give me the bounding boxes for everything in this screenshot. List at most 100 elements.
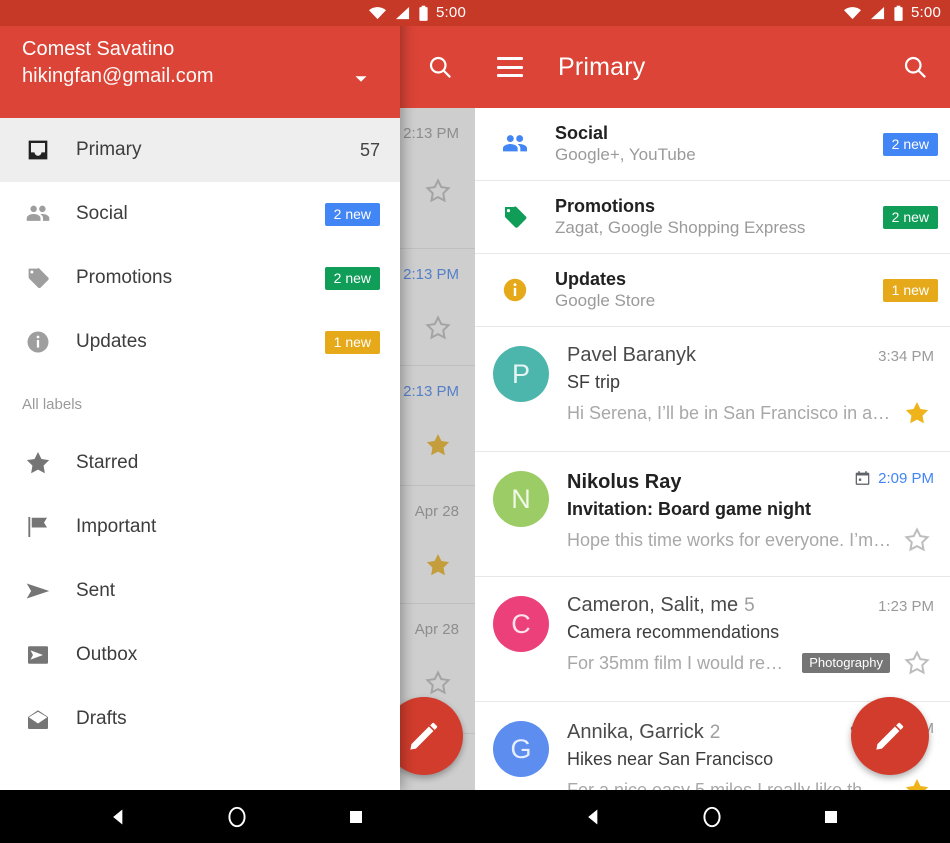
email-snippet: For a nice easy 5 miles I really like th… xyxy=(567,779,881,791)
category-subtitle: Google Store xyxy=(555,291,656,311)
info-icon xyxy=(475,274,555,306)
search-icon xyxy=(429,56,451,78)
email-sender: Nikolus Ray xyxy=(567,471,682,493)
category-row-social[interactable]: Social Google+, YouTube 2 new xyxy=(475,108,950,181)
account-name: Comest Savatino xyxy=(22,38,175,60)
recents-button[interactable] xyxy=(328,797,384,837)
category-row-promotions[interactable]: Promotions Zagat, Google Shopping Expres… xyxy=(475,181,950,254)
email-snippet: For 35mm film I would re… xyxy=(567,652,784,673)
recents-icon xyxy=(349,810,362,823)
hamburger-menu-icon[interactable] xyxy=(497,57,523,77)
sidebar-item-promotions[interactable]: Promotions 2 new xyxy=(0,246,400,310)
email-row[interactable]: C Cameron, Salit, me 5 1:23 PM Camera re… xyxy=(475,577,950,702)
sidebar-item-label: Outbox xyxy=(76,644,138,665)
star-outline-icon[interactable] xyxy=(900,525,934,555)
category-badge: 2 new xyxy=(882,132,938,156)
page-title: Primary xyxy=(558,52,646,81)
avatar[interactable]: P xyxy=(475,344,567,451)
star-filled-icon[interactable] xyxy=(900,775,934,790)
category-badge: 2 new xyxy=(882,205,938,229)
star-filled-icon[interactable] xyxy=(900,398,934,428)
home-icon xyxy=(703,806,722,827)
battery-icon xyxy=(419,5,428,21)
account-email: hikingfan@gmail.com xyxy=(22,65,214,87)
home-button[interactable] xyxy=(209,797,265,837)
sidebar-item-label: Primary xyxy=(76,139,142,160)
calendar-icon xyxy=(855,471,870,485)
email-time: 3:34 PM xyxy=(878,348,934,365)
status-bar-left: 5:00 xyxy=(0,0,475,26)
left-phone-panel: 2:13 PM 2:13 PM 2:13 PM Apr 28 Apr 28 Co… xyxy=(0,0,475,843)
sidebar-item-label: Important xyxy=(76,516,157,537)
back-icon xyxy=(113,809,123,824)
email-subject: SF trip xyxy=(567,372,621,392)
flag-icon xyxy=(0,512,76,542)
category-subtitle: Zagat, Google Shopping Express xyxy=(555,218,806,238)
email-thread-count: 2 xyxy=(709,722,721,743)
sidebar-item-starred[interactable]: Starred xyxy=(0,431,400,495)
wifi-icon xyxy=(844,6,861,19)
search-icon xyxy=(904,56,926,78)
status-bar-time: 5:00 xyxy=(911,4,941,21)
back-icon xyxy=(588,809,598,824)
sidebar-item-social[interactable]: Social 2 new xyxy=(0,182,400,246)
tag-icon xyxy=(475,201,555,233)
sidebar-item-sent[interactable]: Sent xyxy=(0,559,400,623)
star-outline-icon[interactable] xyxy=(900,648,934,678)
category-title: Promotions xyxy=(555,195,656,216)
sidebar-item-label: Updates xyxy=(76,331,147,352)
sidebar-item-label: Drafts xyxy=(76,708,127,729)
category-row-updates[interactable]: Updates Google Store 1 new xyxy=(475,254,950,327)
battery-icon xyxy=(894,5,903,21)
people-icon xyxy=(475,128,555,160)
inbox-icon xyxy=(0,136,76,164)
category-title: Social xyxy=(555,122,609,143)
back-button[interactable] xyxy=(566,797,622,837)
right-phone-panel: Social Google+, YouTube 2 new Promotions… xyxy=(475,0,950,843)
email-sender: Annika, Garrick xyxy=(567,721,704,743)
tag-icon xyxy=(0,263,76,293)
sidebar-item-badge: 1 new xyxy=(324,330,380,354)
search-button-left[interactable] xyxy=(423,50,457,84)
email-subject: Invitation: Board game night xyxy=(567,499,812,519)
back-button[interactable] xyxy=(91,797,147,837)
category-subtitle: Google+, YouTube xyxy=(555,145,696,165)
category-title: Updates xyxy=(555,268,627,289)
drafts-icon xyxy=(0,704,76,734)
people-icon xyxy=(0,199,76,229)
sidebar-item-primary[interactable]: Primary 57 xyxy=(0,118,400,182)
search-button[interactable] xyxy=(898,50,932,84)
sidebar-item-label: Promotions xyxy=(76,267,173,288)
email-sender: Pavel Baranyk xyxy=(567,344,696,366)
recents-button[interactable] xyxy=(803,797,859,837)
avatar[interactable]: N xyxy=(475,469,567,576)
sidebar-item-updates[interactable]: Updates 1 new xyxy=(0,310,400,374)
email-row[interactable]: N Nikolus Ray 2:09 PM Invitation: Board … xyxy=(475,452,950,577)
category-badge: 1 new xyxy=(882,278,938,302)
email-label-chip[interactable]: Photography xyxy=(802,653,890,673)
sidebar-item-drafts[interactable]: Drafts xyxy=(0,687,400,751)
sidebar-item-label: Sent xyxy=(76,580,116,601)
avatar-initial: N xyxy=(493,471,549,527)
all-labels-section-title: All labels xyxy=(22,396,83,413)
email-row[interactable]: P Pavel Baranyk 3:34 PM SF trip Hi Seren… xyxy=(475,327,950,452)
sidebar-item-outbox[interactable]: Outbox xyxy=(0,623,400,687)
status-bar-time: 5:00 xyxy=(436,4,466,21)
star-icon xyxy=(0,448,76,478)
outbox-icon xyxy=(0,640,76,670)
avatar[interactable]: C xyxy=(475,594,567,701)
recents-icon xyxy=(824,810,837,823)
home-button[interactable] xyxy=(684,797,740,837)
email-subject: Camera recommendations xyxy=(567,622,780,642)
sidebar-item-important[interactable]: Important xyxy=(0,495,400,559)
avatar-initial: P xyxy=(493,346,549,402)
email-snippet: Hi Serena, I’ll be in San Francisco in a… xyxy=(567,402,891,423)
avatar-initial: G xyxy=(493,721,549,777)
avatar[interactable]: G xyxy=(475,719,567,790)
sidebar-item-count: 57 xyxy=(359,139,380,160)
sidebar-item-label: Starred xyxy=(76,452,139,473)
email-time: 1:23 PM xyxy=(878,598,934,615)
chevron-down-icon[interactable] xyxy=(350,68,372,95)
compose-fab-right[interactable] xyxy=(851,697,929,775)
email-sender: Cameron, Salit, me xyxy=(567,594,739,616)
